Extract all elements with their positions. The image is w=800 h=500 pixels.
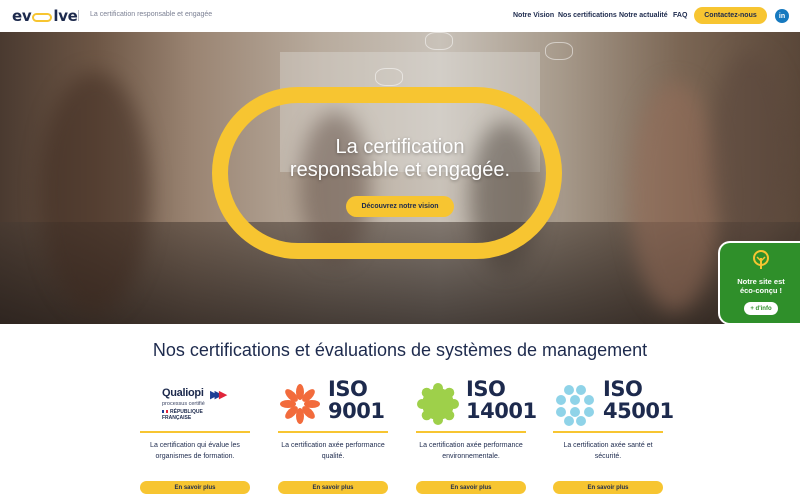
hero-title-line1: La certification [335, 136, 465, 158]
card-divider [416, 431, 526, 433]
qualiopi-subtitle: processus certifié [162, 401, 205, 407]
republique-francaise-text: RÉPUBLIQUE FRANÇAISE [162, 409, 203, 421]
learn-more-button-iso45001[interactable]: En savoir plus [553, 481, 663, 494]
nav-notre-actualite[interactable]: Notre actualité [619, 12, 668, 19]
card-description: La certification axée santé et sécurité. [563, 442, 653, 460]
iso14001-line1: ISO [466, 377, 506, 401]
french-flag-icon [162, 410, 168, 414]
card-divider [553, 431, 663, 433]
iso9001-asterisk-icon [280, 384, 320, 424]
contact-button[interactable]: Contactez-nous [694, 7, 767, 24]
eco-info-button[interactable]: + d'info [744, 302, 778, 315]
learn-more-button-iso14001[interactable]: En savoir plus [416, 481, 526, 494]
evolve-logo[interactable]: ev lve [12, 7, 78, 25]
learn-more-button-qualiopi[interactable]: En savoir plus [140, 481, 250, 494]
hero-photo-person [40, 72, 150, 312]
iso45001-logo: ISO 45001 [553, 376, 674, 428]
hero-banner: La certification responsable et engagée.… [0, 32, 800, 324]
qualiopi-arrows-icon: ▶▶▶ [210, 389, 228, 401]
certifications-section-title: Nos certifications et évaluations de sys… [152, 340, 648, 360]
certification-card-qualiopi: Qualiopi ▶▶▶ processus certifié RÉPUBLIQ… [140, 376, 250, 500]
certification-card-iso45001: ISO 45001 La certification axée santé et… [553, 376, 674, 500]
eco-badge-line2: éco-conçu ! [739, 286, 783, 295]
logo-divider [78, 10, 79, 21]
iso45001-dots-icon [556, 385, 594, 426]
card-divider [140, 431, 250, 433]
iso9001-title: ISO 9001 [328, 377, 385, 423]
logo-ring-icon [32, 12, 53, 22]
qualiopi-name: Qualiopi [162, 387, 204, 399]
eco-badge-text: Notre site est éco-conçu ! [720, 277, 800, 295]
logo-text-start: ev [12, 7, 32, 25]
iso9001-line2: 9001 [328, 399, 385, 423]
hero-title: La certification responsable et engagée. [240, 136, 560, 182]
site-header: ev lve La certification responsable et en… [0, 0, 800, 32]
nav-faq[interactable]: FAQ [673, 12, 687, 19]
discover-vision-button[interactable]: Découvrez notre vision [346, 196, 454, 217]
iso45001-line1: ISO [603, 377, 643, 401]
site-tagline: La certification responsable et engagée [90, 11, 213, 18]
linkedin-icon[interactable]: in [775, 9, 789, 23]
eco-design-badge[interactable]: Notre site est éco-conçu ! + d'info [718, 241, 800, 325]
qualiopi-mark: Qualiopi ▶▶▶ processus certifié RÉPUBLIQ… [162, 387, 232, 421]
logo-text-end: lve [53, 7, 78, 25]
nav-nos-certifications[interactable]: Nos certifications [558, 12, 617, 19]
iso9001-logo: ISO 9001 [278, 376, 388, 428]
card-divider [278, 431, 388, 433]
learn-more-button-iso9001[interactable]: En savoir plus [278, 481, 388, 494]
hero-photo-lamp [375, 68, 403, 86]
eco-badge-line1: Notre site est [737, 277, 785, 286]
nav-notre-vision[interactable]: Notre Vision [513, 12, 554, 19]
iso45001-line2: 45001 [603, 399, 674, 423]
iso45001-title: ISO 45001 [603, 378, 674, 422]
card-description: La certification qui évalue les organism… [150, 442, 240, 460]
card-description: La certification axée performance enviro… [419, 442, 523, 460]
hero-title-line2: responsable et engagée. [289, 159, 511, 181]
iso9001-line1: ISO [328, 377, 368, 401]
qualiopi-logo: Qualiopi ▶▶▶ processus certifié RÉPUBLIQ… [140, 376, 250, 428]
iso14001-badge-icon [417, 383, 459, 425]
republique-francaise-label: RÉPUBLIQUE FRANÇAISE [162, 409, 232, 421]
hero-photo-person [630, 82, 720, 312]
certification-card-iso9001: ISO 9001 La certification axée performan… [278, 376, 388, 500]
certification-card-iso14001: ISO 14001 La certification axée performa… [416, 376, 537, 500]
iso14001-line2: 14001 [466, 399, 537, 423]
hero-photo-lamp [545, 42, 573, 60]
tree-icon [753, 250, 769, 269]
iso14001-title: ISO 14001 [466, 378, 537, 422]
iso14001-logo: ISO 14001 [416, 376, 537, 428]
card-description: La certification axée performance qualit… [281, 442, 385, 460]
hero-photo-person [710, 52, 790, 252]
hero-photo-lamp [425, 32, 453, 50]
